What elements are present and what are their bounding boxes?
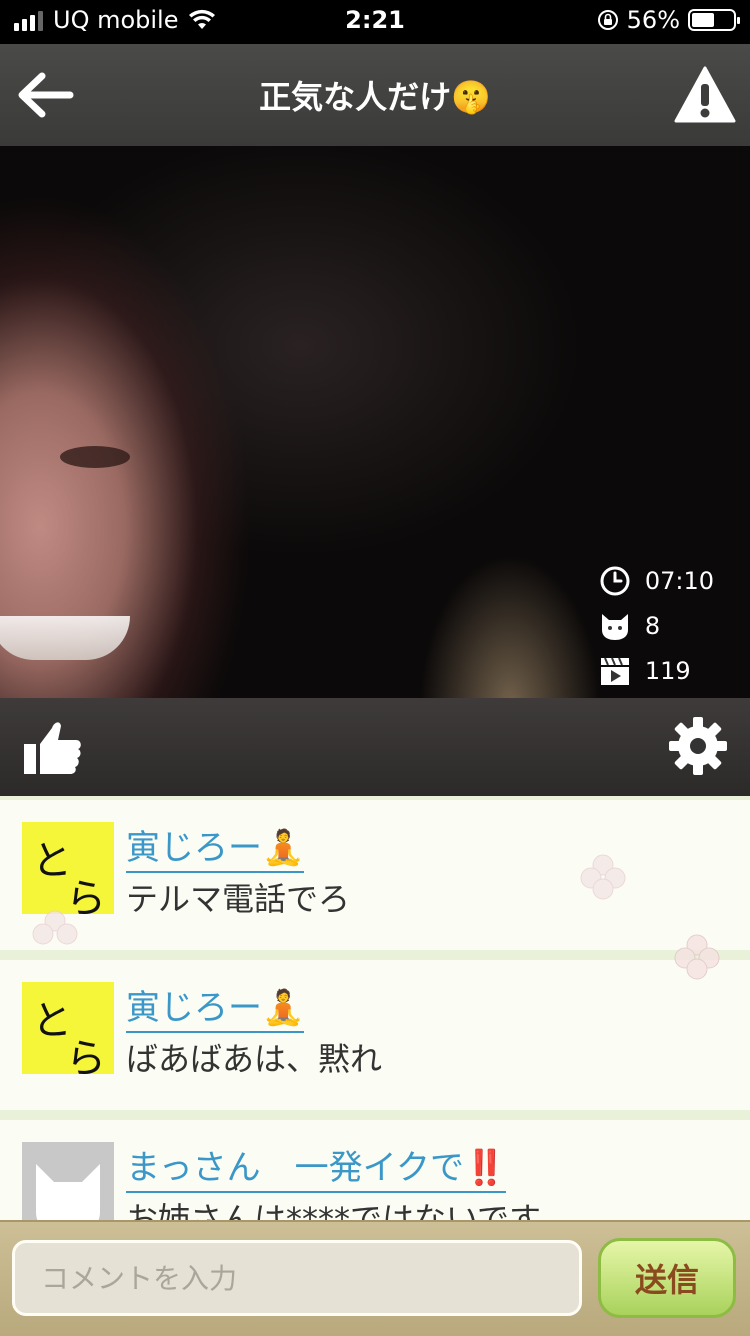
avatar[interactable] [22, 1142, 114, 1220]
flower-icon [674, 934, 720, 980]
list-item: まっさん 一発イクで‼️ お姉さんは****ではないです [0, 1120, 750, 1220]
battery-percent: 56% [626, 6, 680, 34]
comment-list[interactable]: と ら 寅じろー🧘 テルマ電話でろ と ら 寅じろー🧘 ばあばあは、黙れ まっさ… [0, 796, 750, 1220]
comment-username[interactable]: 寅じろー🧘 [126, 820, 305, 873]
flower-icon [580, 854, 626, 900]
video-frame-detail [60, 446, 130, 468]
comment-username[interactable]: まっさん 一発イクで‼️ [126, 1140, 507, 1193]
comment-message: ばあばあは、黙れ [126, 1040, 383, 1078]
video-stats: 07:10 8 119 [599, 558, 714, 693]
comment-message: テルマ電話でろ [126, 880, 351, 918]
viewer-count: 8 [644, 611, 661, 640]
battery-fill [692, 13, 714, 27]
view-count: 119 [644, 656, 691, 685]
avatar-text: ら [66, 1036, 106, 1082]
clock-icon [600, 566, 630, 595]
video-controls [0, 698, 750, 796]
comment-input-bar: 送信 [0, 1220, 750, 1336]
send-button[interactable]: 送信 [598, 1238, 736, 1318]
status-right: 56% [597, 6, 740, 34]
app-header: 正気な人だけ🤫 [0, 44, 750, 146]
viewers-stat: 8 [599, 603, 714, 648]
video-frame-detail [0, 616, 130, 660]
avatar[interactable]: と ら [22, 982, 114, 1082]
comment-message: お姉さんは****ではないです [126, 1200, 542, 1220]
clapperboard-icon [600, 657, 629, 685]
arrow-left-icon[interactable] [14, 64, 76, 126]
cat-icon [601, 613, 628, 640]
list-item: と ら 寅じろー🧘 テルマ電話でろ [0, 800, 750, 950]
elapsed-time: 07:10 [644, 566, 714, 595]
page-title: 正気な人だけ🤫 [259, 78, 491, 116]
comment-input[interactable] [12, 1240, 582, 1316]
cat-silhouette-icon [36, 1164, 100, 1220]
list-item: と ら 寅じろー🧘 ばあばあは、黙れ [0, 934, 750, 1110]
battery-icon [688, 9, 740, 31]
comment-username[interactable]: 寅じろー🧘 [126, 980, 305, 1033]
views-stat: 119 [599, 648, 714, 693]
elapsed-time-stat: 07:10 [599, 558, 714, 603]
status-bar: UQ mobile 2:21 56% [0, 0, 750, 44]
warning-icon[interactable] [674, 64, 736, 126]
thumbs-up-icon[interactable] [20, 714, 86, 780]
avatar[interactable]: と ら [22, 822, 114, 922]
flower-icon [32, 910, 78, 945]
gear-icon[interactable] [668, 716, 728, 776]
orientation-lock-icon [597, 10, 618, 30]
live-video[interactable]: 07:10 8 119 [0, 146, 750, 698]
